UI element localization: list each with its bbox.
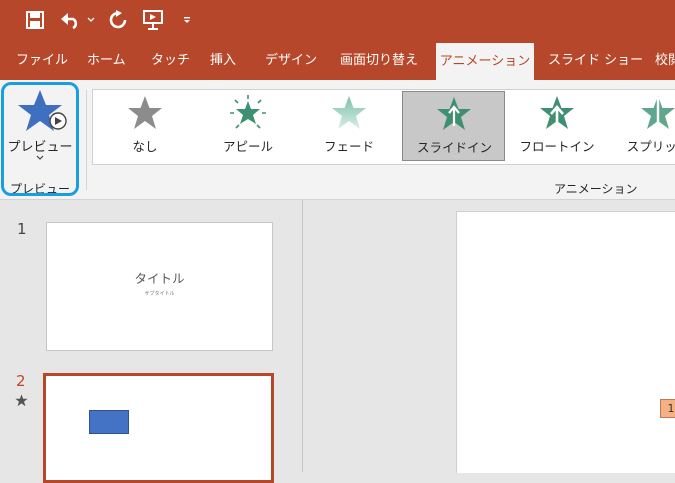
slide-thumbnail-1[interactable]: タイトル サブタイトル bbox=[46, 222, 273, 351]
tab-touch[interactable]: タッチ bbox=[151, 42, 190, 80]
slide-number: 2 bbox=[16, 372, 26, 390]
animation-star-icon bbox=[15, 392, 28, 411]
tab-insert[interactable]: 挿入 bbox=[210, 42, 236, 80]
slide-thumbnail-2[interactable] bbox=[43, 373, 274, 483]
animation-split[interactable]: スプリット bbox=[608, 91, 675, 161]
slide-number: 1 bbox=[17, 220, 27, 238]
animation-label: フロートイン bbox=[519, 139, 595, 154]
ribbon-tabs: ファイル ホーム タッチ 挿入 デザイン 画面切り替え アニメーション スライド… bbox=[0, 42, 675, 80]
slide-title: タイトル bbox=[134, 271, 185, 286]
undo-dropdown-icon[interactable] bbox=[86, 8, 96, 32]
redo-icon[interactable] bbox=[106, 8, 130, 32]
undo-icon[interactable] bbox=[58, 8, 84, 32]
slide-editor[interactable]: 1 bbox=[456, 211, 675, 473]
tab-review[interactable]: 校閲 bbox=[655, 42, 675, 80]
start-from-beginning-icon[interactable] bbox=[141, 8, 167, 32]
animation-slide-in[interactable]: スライドイン bbox=[402, 91, 505, 161]
pane-divider[interactable] bbox=[302, 200, 303, 472]
tab-transitions[interactable]: 画面切り替え bbox=[340, 42, 418, 80]
star-slide-in-icon bbox=[437, 97, 471, 130]
star-split-icon bbox=[641, 96, 675, 129]
animation-float-in[interactable]: フロートイン bbox=[507, 91, 607, 161]
animation-appear[interactable]: アピール bbox=[198, 91, 298, 161]
title-bar bbox=[0, 0, 675, 42]
animation-label: なし bbox=[132, 139, 158, 154]
star-fade-icon bbox=[332, 96, 366, 129]
animation-label: スライドイン bbox=[416, 140, 492, 155]
tab-animations[interactable]: アニメーション bbox=[436, 43, 534, 80]
tab-home[interactable]: ホーム bbox=[87, 42, 126, 80]
tab-design[interactable]: デザイン bbox=[265, 42, 317, 80]
animation-fade[interactable]: フェード bbox=[299, 91, 399, 161]
slide-subtitle: サブタイトル bbox=[144, 291, 175, 297]
star-gray-icon bbox=[128, 96, 162, 129]
save-icon[interactable] bbox=[24, 8, 46, 32]
customize-icon[interactable] bbox=[180, 8, 194, 32]
highlight-annotation bbox=[1, 82, 79, 196]
animation-label: アピール bbox=[222, 139, 273, 154]
animation-gallery: なし アピール フェード スライドイン フロートイン スプリッ bbox=[92, 89, 675, 165]
animation-label: フェード bbox=[323, 139, 374, 154]
animation-none[interactable]: なし bbox=[95, 91, 195, 161]
star-burst-icon bbox=[230, 95, 266, 129]
animation-group-label: アニメーション bbox=[554, 182, 638, 196]
tab-slide-show[interactable]: スライド ショー bbox=[548, 42, 643, 80]
tab-file[interactable]: ファイル bbox=[16, 42, 68, 80]
rectangle-shape bbox=[89, 410, 129, 434]
animation-order-tag[interactable]: 1 bbox=[660, 399, 675, 418]
animation-label: スプリット bbox=[626, 139, 675, 154]
star-float-in-icon bbox=[540, 96, 574, 129]
group-separator bbox=[86, 90, 87, 190]
